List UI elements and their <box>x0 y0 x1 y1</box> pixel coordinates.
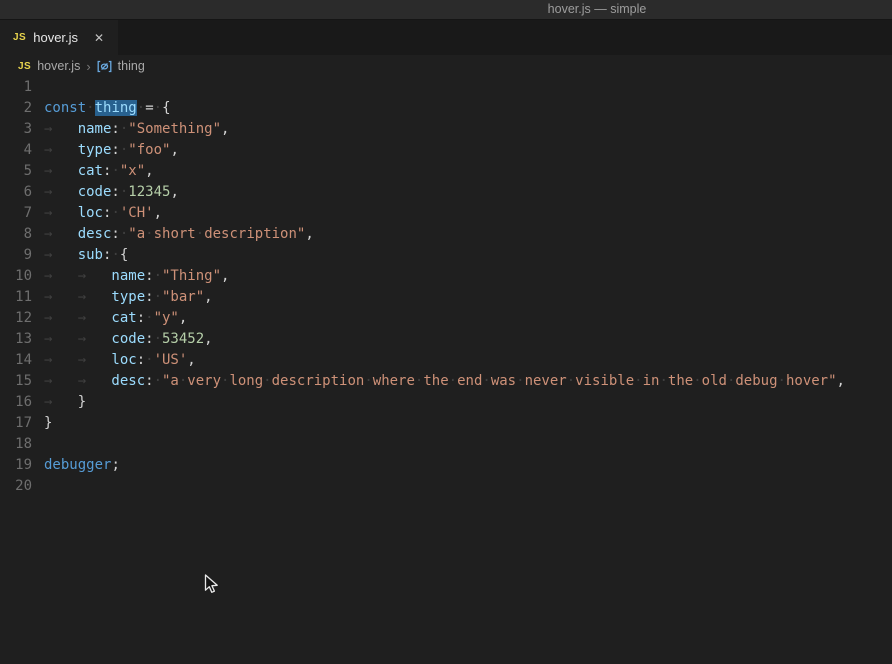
tab-label: hover.js <box>33 30 78 45</box>
line-number[interactable]: 1 <box>0 77 44 98</box>
code-text: →→type:·"bar", <box>44 289 213 305</box>
line-number[interactable]: 11 <box>0 287 44 308</box>
code-line[interactable]: 7→loc:·'CH', <box>0 203 892 224</box>
line-number[interactable]: 9 <box>0 245 44 266</box>
window-title: hover.js — simple <box>548 0 647 19</box>
code-text: →→desc:·"a·very·long·description·where·t… <box>44 373 845 389</box>
code-lines: 12const·thing·=·{3→name:·"Something",4→t… <box>0 77 892 497</box>
code-text: →code:·12345, <box>44 184 179 200</box>
code-line[interactable]: 16→} <box>0 392 892 413</box>
line-number[interactable]: 15 <box>0 371 44 392</box>
line-number[interactable]: 14 <box>0 350 44 371</box>
code-text: →loc:·'CH', <box>44 205 162 221</box>
code-line[interactable]: 20 <box>0 476 892 497</box>
tab-bar: JS hover.js ✕ <box>0 20 892 55</box>
code-line[interactable]: 5→cat:·"x", <box>0 161 892 182</box>
line-number[interactable]: 2 <box>0 98 44 119</box>
line-number[interactable]: 6 <box>0 182 44 203</box>
code-text: →→name:·"Thing", <box>44 268 229 284</box>
line-number[interactable]: 7 <box>0 203 44 224</box>
code-text: →} <box>44 394 86 410</box>
code-text: →→cat:·"y", <box>44 310 187 326</box>
line-number[interactable]: 4 <box>0 140 44 161</box>
tab-hover-js[interactable]: JS hover.js ✕ <box>0 20 118 55</box>
word-highlight: thing <box>95 100 137 116</box>
code-line[interactable]: 10→→name:·"Thing", <box>0 266 892 287</box>
javascript-file-icon: JS <box>18 61 31 72</box>
line-number[interactable]: 8 <box>0 224 44 245</box>
line-number[interactable]: 18 <box>0 434 44 455</box>
javascript-file-icon: JS <box>13 32 26 43</box>
code-line[interactable]: 2const·thing·=·{ <box>0 98 892 119</box>
line-number[interactable]: 12 <box>0 308 44 329</box>
code-line[interactable]: 14→→loc:·'US', <box>0 350 892 371</box>
code-text: →cat:·"x", <box>44 163 154 179</box>
code-text: →→loc:·'US', <box>44 352 196 368</box>
code-line[interactable]: 18 <box>0 434 892 455</box>
code-line[interactable]: 19debugger; <box>0 455 892 476</box>
title-bar: hover.js — simple <box>0 0 892 20</box>
symbol-variable-icon <box>97 60 112 73</box>
code-text: →sub:·{ <box>44 247 128 263</box>
code-line[interactable]: 1 <box>0 77 892 98</box>
code-line[interactable]: 13→→code:·53452, <box>0 329 892 350</box>
line-number[interactable]: 16 <box>0 392 44 413</box>
code-line[interactable]: 17} <box>0 413 892 434</box>
line-number[interactable]: 13 <box>0 329 44 350</box>
code-line[interactable]: 8→desc:·"a·short·description", <box>0 224 892 245</box>
code-text: →→code:·53452, <box>44 331 213 347</box>
line-number[interactable]: 19 <box>0 455 44 476</box>
line-number[interactable]: 10 <box>0 266 44 287</box>
code-line[interactable]: 11→→type:·"bar", <box>0 287 892 308</box>
code-editor[interactable]: 12const·thing·=·{3→name:·"Something",4→t… <box>0 77 892 664</box>
breadcrumb: JS hover.js › thing <box>0 55 892 77</box>
line-number[interactable]: 20 <box>0 476 44 497</box>
breadcrumb-item-symbol[interactable]: thing <box>118 59 145 73</box>
code-line[interactable]: 4→type:·"foo", <box>0 140 892 161</box>
vscode-window: hover.js — simple JS hover.js ✕ JS hover… <box>0 0 892 664</box>
breadcrumb-item-file[interactable]: hover.js <box>37 59 80 73</box>
line-number[interactable]: 17 <box>0 413 44 434</box>
line-number[interactable]: 3 <box>0 119 44 140</box>
code-text: →type:·"foo", <box>44 142 179 158</box>
code-line[interactable]: 6→code:·12345, <box>0 182 892 203</box>
code-text: debugger; <box>44 457 120 473</box>
code-text: →desc:·"a·short·description", <box>44 226 314 242</box>
code-line[interactable]: 15→→desc:·"a·very·long·description·where… <box>0 371 892 392</box>
line-number[interactable]: 5 <box>0 161 44 182</box>
code-line[interactable]: 3→name:·"Something", <box>0 119 892 140</box>
code-text: →name:·"Something", <box>44 121 229 137</box>
chevron-right-icon: › <box>86 59 90 74</box>
close-icon[interactable]: ✕ <box>94 32 104 44</box>
code-text: } <box>44 415 52 431</box>
code-line[interactable]: 12→→cat:·"y", <box>0 308 892 329</box>
code-text: const·thing·=·{ <box>44 100 171 116</box>
code-line[interactable]: 9→sub:·{ <box>0 245 892 266</box>
